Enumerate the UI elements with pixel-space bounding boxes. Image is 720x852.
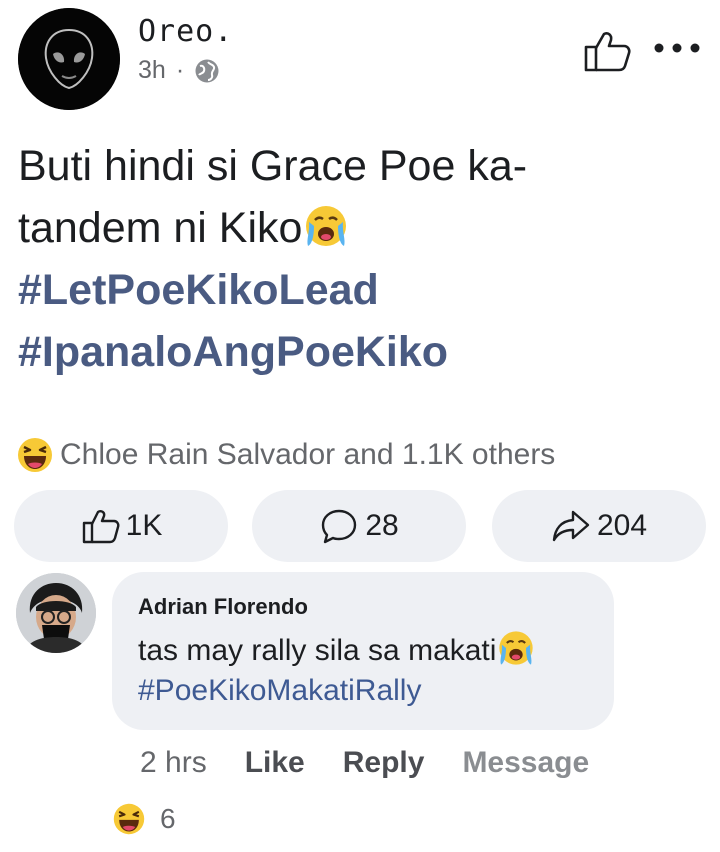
comment-text-body: tas may rally sila sa makati: [138, 634, 497, 667]
comment-icon: [322, 509, 357, 544]
crying-emoji-icon: [499, 631, 534, 665]
alien-logo-icon: [18, 8, 120, 110]
comment-like-button[interactable]: Like: [245, 746, 305, 780]
crying-emoji-icon: [306, 206, 347, 246]
share-icon: [552, 510, 590, 542]
author-name[interactable]: Oreo.: [138, 14, 233, 49]
like-icon: [82, 510, 120, 544]
comment-actions: 2 hrs Like Reply Message: [140, 746, 589, 780]
post-text-line-1: Buti hindi si Grace Poe ka-: [18, 142, 528, 190]
haha-emoji-icon: [113, 803, 145, 835]
commenter-name[interactable]: Adrian Florendo: [138, 594, 308, 620]
share-button[interactable]: 204: [492, 490, 706, 562]
post-time[interactable]: 3h: [138, 56, 166, 85]
more-icon[interactable]: [653, 40, 701, 56]
comment-reaction-summary[interactable]: 6: [112, 802, 176, 836]
hashtag-link[interactable]: #LetPoeKikoLead: [18, 259, 698, 321]
reaction-summary-text: Chloe Rain Salvador and 1.1K others: [60, 438, 556, 471]
globe-icon: [195, 59, 219, 82]
commenter-avatar[interactable]: [16, 573, 96, 653]
comment-time[interactable]: 2 hrs: [140, 746, 207, 780]
comment-button[interactable]: 28: [252, 490, 466, 562]
hashtag-link[interactable]: #IpanaloAngPoeKiko: [18, 321, 698, 383]
comment-hashtag-link[interactable]: #PoeKikoMakatiRally: [138, 674, 421, 708]
comment-reaction-count: 6: [160, 803, 176, 834]
haha-emoji-icon: [18, 438, 52, 472]
comment-reply-button[interactable]: Reply: [343, 746, 425, 780]
author-avatar[interactable]: [18, 8, 120, 110]
post-text-line-2: tandem ni Kiko: [18, 197, 698, 259]
like-count: 1K: [125, 509, 163, 542]
reaction-summary[interactable]: Chloe Rain Salvador and 1.1K others: [16, 436, 555, 474]
post-text-line-2-text: tandem ni Kiko: [18, 204, 303, 252]
comment-count: 28: [365, 509, 399, 542]
comment-message-button[interactable]: Message: [462, 746, 589, 780]
post-body: Buti hindi si Grace Poe ka- tandem ni Ki…: [18, 135, 698, 383]
commenter-photo: [16, 573, 96, 653]
like-button[interactable]: 1K: [14, 490, 228, 562]
post-meta: 3h ·: [138, 56, 220, 85]
meta-separator: ·: [175, 56, 185, 84]
share-count: 204: [596, 509, 648, 542]
like-icon[interactable]: [582, 28, 632, 74]
comment-text: tas may rally sila sa makati: [138, 628, 536, 668]
